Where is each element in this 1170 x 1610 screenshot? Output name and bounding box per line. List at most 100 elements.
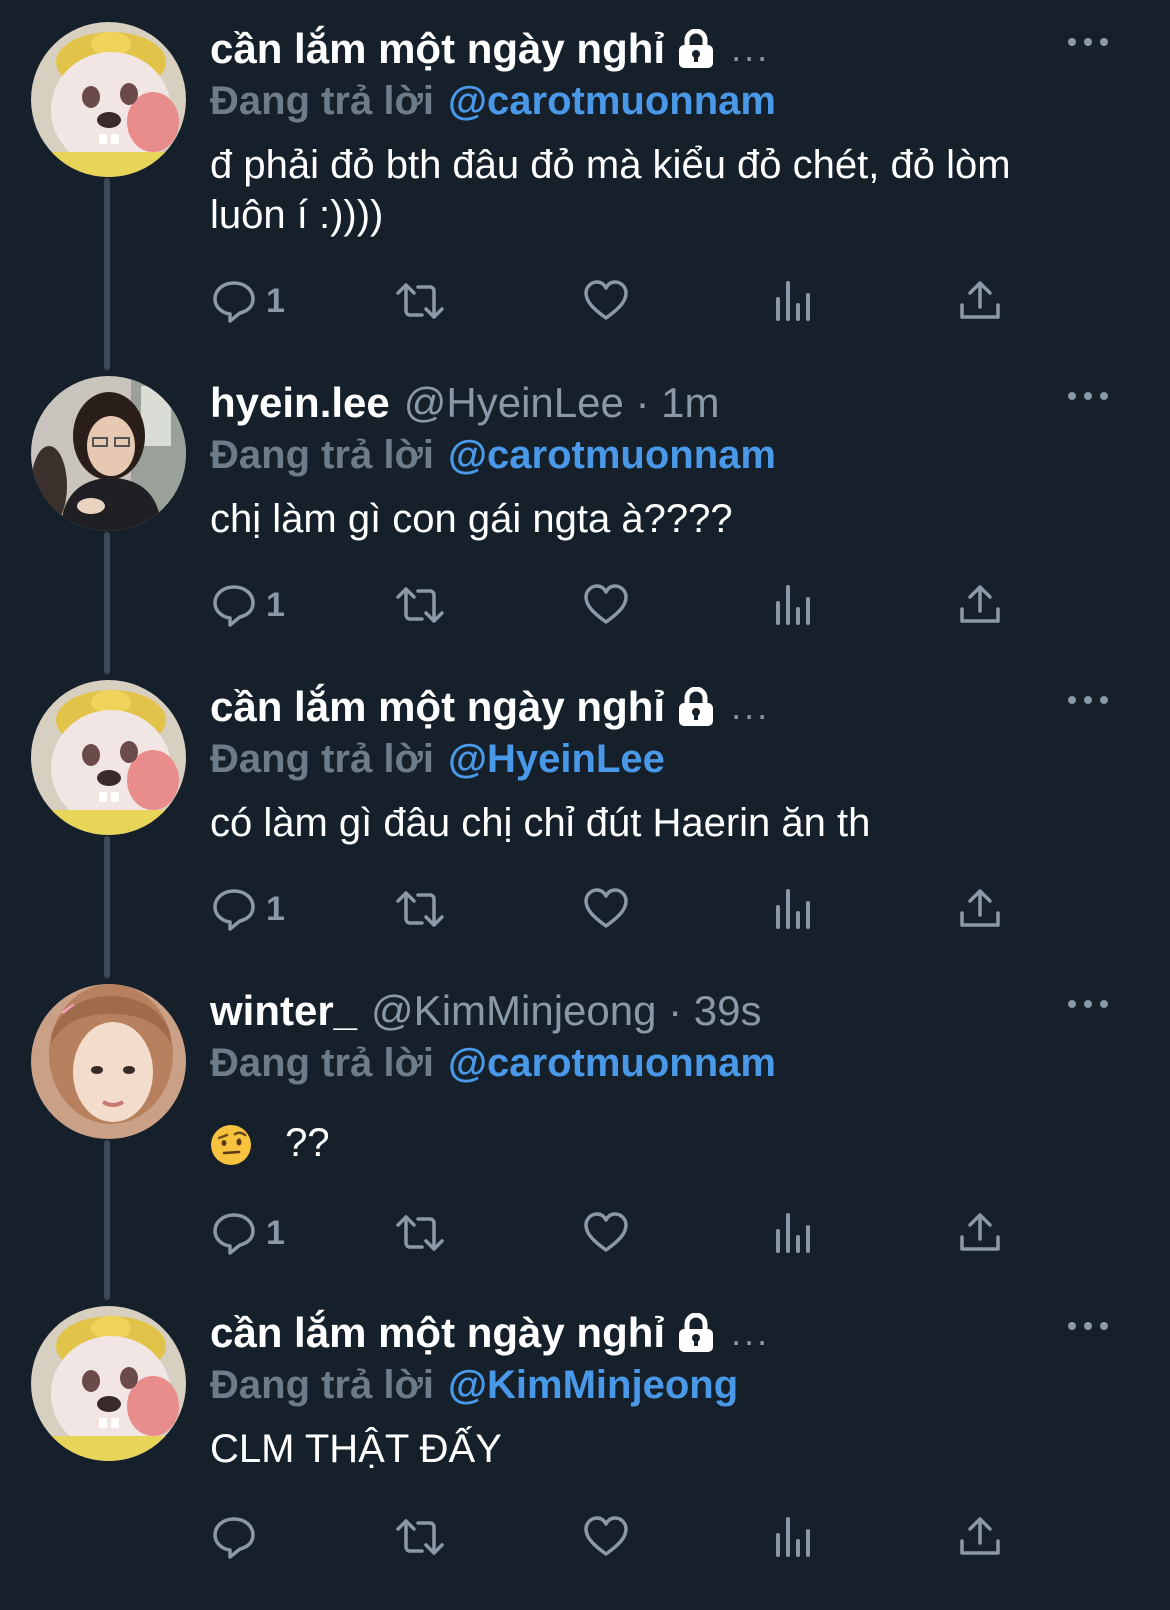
tweet-text: ?? <box>285 1121 330 1165</box>
more-options-button[interactable] <box>1068 384 1108 408</box>
retweet-button[interactable] <box>392 276 448 326</box>
like-button[interactable] <box>582 1512 630 1562</box>
reply-button[interactable]: 1 <box>210 1208 285 1258</box>
cartoon-bunny-avatar-image <box>31 22 186 177</box>
reply-mention-link[interactable]: @HyeinLee <box>448 737 665 782</box>
display-name[interactable]: hyein.lee <box>210 379 390 427</box>
retweet-icon <box>396 1519 444 1555</box>
heart-icon <box>584 888 628 928</box>
reply-count: 1 <box>266 585 285 624</box>
dot-icon <box>1084 696 1092 704</box>
tweet-text: chị làm gì con gái ngta à???? <box>210 497 733 541</box>
reply-label: Đang trả lời <box>210 1040 435 1085</box>
reply-icon <box>213 1517 255 1559</box>
dot-icon <box>1084 1000 1092 1008</box>
retweet-button[interactable] <box>392 580 448 630</box>
reply-context: Đang trả lời @carotmuonnam <box>210 1038 1090 1088</box>
dot-icon <box>1084 38 1092 46</box>
dot-icon <box>1068 1322 1076 1330</box>
tweet[interactable]: cần lắm một ngày nghỉ ... Đang trả lời @… <box>0 1306 1170 1610</box>
reply-count: 1 <box>266 281 285 320</box>
more-options-button[interactable] <box>1068 30 1108 54</box>
display-name[interactable]: cần lắm một ngày nghỉ <box>210 683 665 731</box>
lock-icon <box>679 687 714 726</box>
tweet[interactable]: cần lắm một ngày nghỉ ... Đang trả lời @… <box>0 680 1170 960</box>
tweet[interactable]: hyein.lee @HyeinLee · 1m Đang trả lời @c… <box>0 376 1170 656</box>
handle-timestamp: @HyeinLee · 1m <box>403 379 720 426</box>
lock-icon <box>679 29 714 68</box>
display-name[interactable]: cần lắm một ngày nghỉ <box>210 25 665 73</box>
like-button[interactable] <box>582 884 630 934</box>
share-button[interactable] <box>956 1208 1004 1258</box>
reply-button[interactable]: 1 <box>210 580 285 630</box>
share-icon <box>960 1517 1000 1555</box>
avatar[interactable] <box>31 984 186 1139</box>
face-with-raised-eyebrow-icon <box>211 1125 251 1166</box>
like-button[interactable] <box>582 276 630 326</box>
truncated-meta: ... <box>731 686 771 727</box>
more-options-button[interactable] <box>1068 992 1108 1016</box>
views-button[interactable] <box>770 1208 818 1258</box>
reply-context: Đang trả lời @HyeinLee <box>210 734 1090 784</box>
reply-label: Đang trả lời <box>210 432 435 477</box>
reply-mention-link[interactable]: @carotmuonnam <box>448 1041 776 1086</box>
views-button[interactable] <box>770 276 818 326</box>
heart-icon <box>584 584 628 624</box>
action-bar: 1 <box>210 1208 1030 1258</box>
avatar[interactable] <box>31 376 186 531</box>
avatar[interactable] <box>31 680 186 835</box>
analytics-icon <box>776 281 810 321</box>
tweet-text: đ phải đỏ bth đâu đỏ mà kiểu đỏ chét, đỏ… <box>210 143 1011 237</box>
lock-icon <box>679 1313 714 1352</box>
share-button[interactable] <box>956 1512 1004 1562</box>
dot-icon <box>1100 1000 1108 1008</box>
reply-context: Đang trả lời @carotmuonnam <box>210 76 1090 126</box>
cartoon-bunny-avatar-image <box>31 1306 186 1461</box>
share-button[interactable] <box>956 580 1004 630</box>
tweet-text-row: ?? <box>210 1118 1090 1168</box>
display-name[interactable]: cần lắm một ngày nghỉ <box>210 1309 665 1357</box>
action-bar: 1 <box>210 276 1030 326</box>
more-options-button[interactable] <box>1068 688 1108 712</box>
like-button[interactable] <box>582 1208 630 1258</box>
views-button[interactable] <box>770 580 818 630</box>
action-bar: 1 <box>210 580 1030 630</box>
tweet-text: CLM THẬT ĐẤY <box>210 1427 502 1471</box>
avatar[interactable] <box>31 22 186 177</box>
more-options-button[interactable] <box>1068 1314 1108 1338</box>
retweet-button[interactable] <box>392 1208 448 1258</box>
tweet[interactable]: cần lắm một ngày nghỉ ... Đang trả lời @… <box>0 22 1170 342</box>
share-button[interactable] <box>956 884 1004 934</box>
views-button[interactable] <box>770 1512 818 1562</box>
retweet-button[interactable] <box>392 1512 448 1562</box>
retweet-icon <box>396 587 444 623</box>
share-icon <box>960 1213 1000 1251</box>
reply-mention-link[interactable]: @KimMinjeong <box>448 1363 738 1408</box>
handle-timestamp: @KimMinjeong · 39s <box>371 987 762 1034</box>
retweet-button[interactable] <box>392 884 448 934</box>
reply-button[interactable]: 1 <box>210 276 285 326</box>
reply-mention-link[interactable]: @carotmuonnam <box>448 433 776 478</box>
avatar[interactable] <box>31 1306 186 1461</box>
dot-icon <box>1068 1000 1076 1008</box>
reply-icon <box>213 889 255 931</box>
tweet-header: cần lắm một ngày nghỉ ... <box>210 680 1090 734</box>
dot-icon <box>1100 38 1108 46</box>
tweet-text: có làm gì đâu chị chỉ đút Haerin ăn th <box>210 801 871 845</box>
action-bar: 1 <box>210 884 1030 934</box>
views-button[interactable] <box>770 884 818 934</box>
display-name[interactable]: winter_ <box>210 987 357 1035</box>
reply-button[interactable]: 1 <box>210 884 285 934</box>
heart-icon <box>584 280 628 320</box>
share-button[interactable] <box>956 276 1004 326</box>
heart-icon <box>584 1212 628 1252</box>
reply-mention-link[interactable]: @carotmuonnam <box>448 79 776 124</box>
reply-label: Đang trả lời <box>210 78 435 123</box>
reply-label: Đang trả lời <box>210 736 435 781</box>
share-icon <box>960 281 1000 319</box>
like-button[interactable] <box>582 580 630 630</box>
reply-button[interactable] <box>210 1512 266 1562</box>
tweet[interactable]: winter_ @KimMinjeong · 39s Đang trả lời … <box>0 984 1170 1284</box>
tweet-header: cần lắm một ngày nghỉ ... <box>210 1306 1090 1360</box>
truncated-meta: ... <box>731 1312 771 1353</box>
